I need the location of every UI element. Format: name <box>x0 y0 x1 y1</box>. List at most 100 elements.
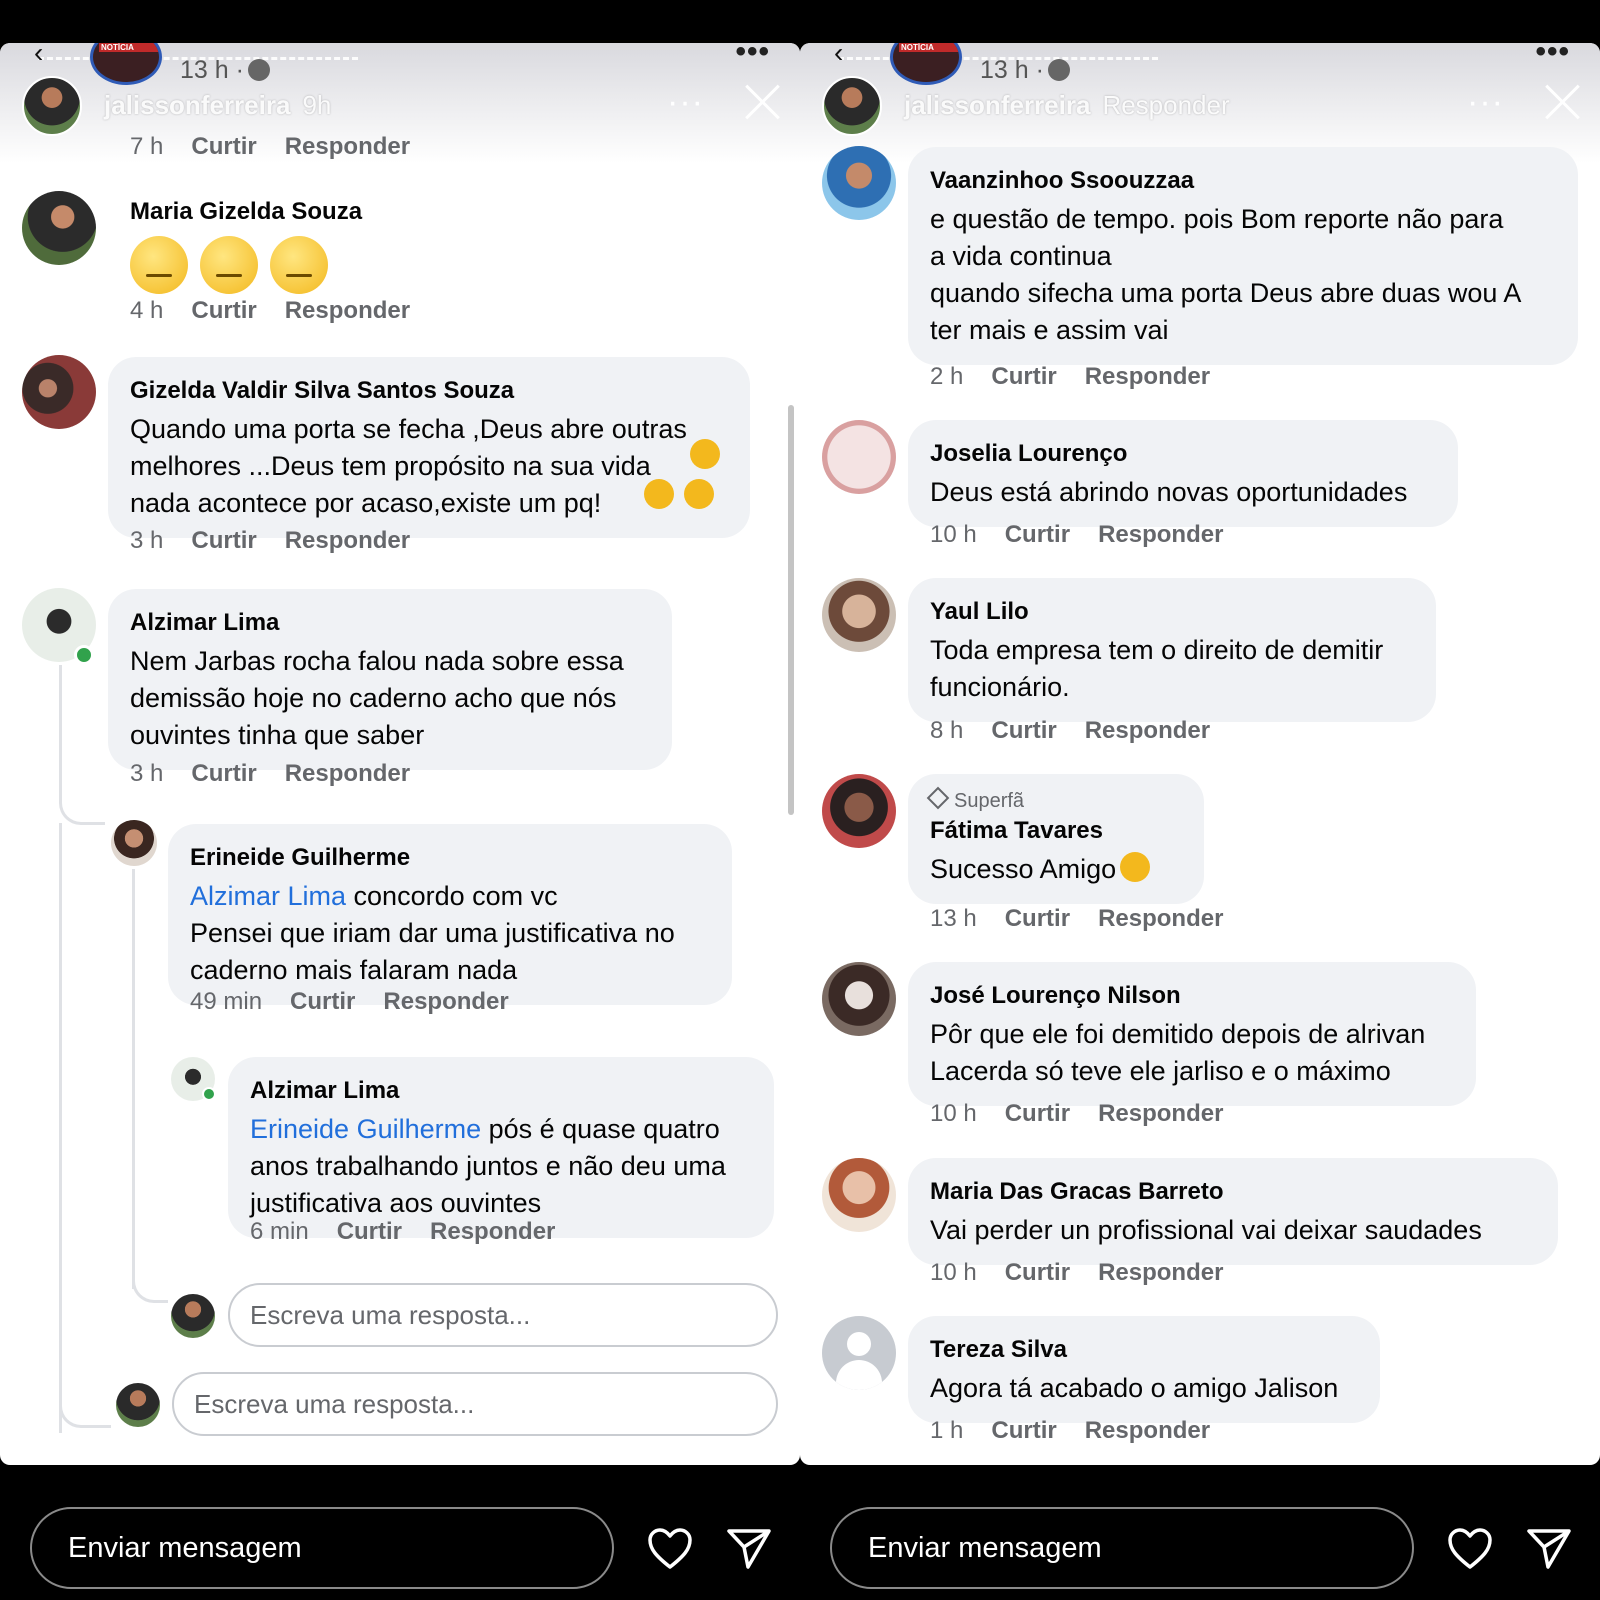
commenter-name[interactable]: Erineide Guilherme <box>190 844 710 872</box>
commenter-name[interactable]: Yaul Lilo <box>930 598 1414 626</box>
avatar[interactable] <box>822 578 896 652</box>
scrollbar[interactable] <box>788 405 794 815</box>
back-arrow-icon[interactable]: ‹ <box>834 43 843 69</box>
send-message-input[interactable]: Enviar mensagem <box>830 1507 1414 1589</box>
comment-bubble: Maria Das Gracas Barreto Vai perder un p… <box>908 1158 1558 1265</box>
heart-icon[interactable] <box>1446 1525 1494 1573</box>
commenter-name[interactable]: Maria Gizelda Souza <box>130 198 362 226</box>
reply-button[interactable]: Responder <box>285 297 410 324</box>
thread-connector <box>59 1368 111 1428</box>
reply-button[interactable]: Responder <box>1085 717 1210 744</box>
pensive-emoji-icon <box>200 236 258 294</box>
back-arrow-icon[interactable]: ‹ <box>34 43 43 69</box>
comment-actions: 6 min Curtir Responder <box>250 1218 556 1245</box>
reply-button[interactable]: Responder <box>1098 1259 1223 1286</box>
comment-bubble: Superfã Fátima Tavares Sucesso Amigo <box>908 774 1204 904</box>
reply-button[interactable]: Responder <box>285 133 410 160</box>
avatar[interactable] <box>111 820 157 866</box>
comment-text: Pensei que iriam dar uma justificativa n… <box>190 918 675 985</box>
comment-text-first-line: Erineide Guilherme pós é quase quatro <box>250 1114 720 1144</box>
close-icon[interactable] <box>1542 81 1582 121</box>
avatar <box>171 1294 215 1338</box>
like-button[interactable]: Curtir <box>191 133 256 160</box>
story-user-avatar[interactable] <box>22 76 82 136</box>
online-status-icon <box>74 645 94 665</box>
comment-actions: 10 h Curtir Responder <box>930 1259 1224 1286</box>
heart-icon[interactable] <box>646 1525 694 1573</box>
reply-button[interactable]: Responder <box>1098 905 1223 932</box>
avatar[interactable] <box>822 420 896 494</box>
comment-actions: 4 h Curtir Responder <box>130 297 411 324</box>
default-avatar-icon[interactable] <box>822 1316 896 1390</box>
commenter-name[interactable]: Joselia Lourenço <box>930 440 1436 468</box>
close-icon[interactable] <box>742 81 782 121</box>
comment-text: Sucesso Amigo <box>930 851 1182 888</box>
story-more-icon[interactable]: ··· <box>667 83 704 122</box>
send-icon[interactable] <box>726 1525 772 1571</box>
praying-hands-emoji-icon <box>644 479 674 509</box>
comment-actions: 13 h Curtir Responder <box>930 905 1224 932</box>
commenter-name[interactable]: Alzimar Lima <box>250 1077 752 1105</box>
commenter-name[interactable]: Fátima Tavares <box>930 817 1182 845</box>
avatar[interactable] <box>822 774 896 848</box>
reply-button[interactable]: Responder <box>383 988 508 1015</box>
reply-input[interactable]: Escreva uma resposta... <box>172 1372 778 1436</box>
online-status-icon <box>202 1087 216 1101</box>
pensive-emoji-icon <box>130 236 188 294</box>
comment-bubble: Alzimar Lima Nem Jarbas rocha falou nada… <box>108 589 672 770</box>
story-more-icon[interactable]: ··· <box>1467 83 1504 122</box>
like-button[interactable]: Curtir <box>991 1417 1056 1444</box>
post-more-icon[interactable]: ••• <box>1535 43 1570 69</box>
diamond-icon <box>926 786 950 810</box>
commenter-name[interactable]: Tereza Silva <box>930 1336 1358 1364</box>
like-button[interactable]: Curtir <box>991 363 1056 390</box>
avatar[interactable] <box>822 1158 896 1232</box>
mention-link[interactable]: Alzimar Lima <box>190 881 346 911</box>
like-button[interactable]: Curtir <box>290 988 355 1015</box>
story-username[interactable]: jalissonferreira Responder <box>904 90 1230 121</box>
send-message-input[interactable]: Enviar mensagem <box>30 1507 614 1589</box>
reply-button[interactable]: Responder <box>285 527 410 554</box>
reply-button[interactable]: Responder <box>285 760 410 787</box>
comment-text: Vai perder un profissional vai deixar sa… <box>930 1215 1482 1245</box>
reply-button[interactable]: Responder <box>1085 363 1210 390</box>
story-username[interactable]: jalissonferreira 9h <box>104 90 331 121</box>
story-user-avatar[interactable] <box>822 76 882 136</box>
comment-text: Quando uma porta se fecha ,Deus abre out… <box>130 414 687 518</box>
avatar[interactable] <box>22 355 96 429</box>
like-button[interactable]: Curtir <box>191 527 256 554</box>
post-time: 13 h · <box>180 56 270 85</box>
post-more-icon[interactable]: ••• <box>735 43 770 69</box>
like-button[interactable]: Curtir <box>1005 1100 1070 1127</box>
commenter-name[interactable]: Vaanzinhoo Ssoouzzaa <box>930 167 1556 195</box>
comment-text-first-line: Alzimar Lima concordo com vc <box>190 881 558 911</box>
like-button[interactable]: Curtir <box>991 717 1056 744</box>
reply-button[interactable]: Responder <box>430 1218 555 1245</box>
commenter-name[interactable]: Gizelda Valdir Silva Santos Souza <box>130 377 728 405</box>
comment-actions: 8 h Curtir Responder <box>930 717 1211 744</box>
like-button[interactable]: Curtir <box>1005 905 1070 932</box>
left-story-panel: ‹ ASSU NOTÍCIA 13 h · ••• jalissonferrei… <box>0 43 800 1465</box>
commenter-name[interactable]: Alzimar Lima <box>130 609 650 637</box>
reply-button[interactable]: Responder <box>1085 1417 1210 1444</box>
avatar[interactable] <box>22 191 96 265</box>
comment-bubble: Joselia Lourenço Deus está abrindo novas… <box>908 420 1458 527</box>
like-button[interactable]: Curtir <box>191 760 256 787</box>
like-button[interactable]: Curtir <box>1005 1259 1070 1286</box>
reply-button[interactable]: Responder <box>1098 521 1223 548</box>
like-button[interactable]: Curtir <box>1005 521 1070 548</box>
avatar[interactable] <box>822 962 896 1036</box>
like-button[interactable]: Curtir <box>191 297 256 324</box>
mention-link[interactable]: Erineide Guilherme <box>250 1114 481 1144</box>
like-button[interactable]: Curtir <box>337 1218 402 1245</box>
reply-input[interactable]: Escreva uma resposta... <box>228 1283 778 1347</box>
avatar[interactable] <box>822 146 896 220</box>
comment-text: Toda empresa tem o direito de demitir fu… <box>930 635 1384 702</box>
reply-button[interactable]: Responder <box>1098 1100 1223 1127</box>
send-icon[interactable] <box>1526 1525 1572 1571</box>
globe-icon <box>247 59 270 81</box>
commenter-name[interactable]: Maria Das Gracas Barreto <box>930 1178 1536 1206</box>
commenter-name[interactable]: José Lourenço Nilson <box>930 982 1454 1010</box>
pensive-emoji-icon <box>270 236 328 294</box>
comment-bubble: Vaanzinhoo Ssoouzzaa e questão de tempo.… <box>908 147 1578 365</box>
